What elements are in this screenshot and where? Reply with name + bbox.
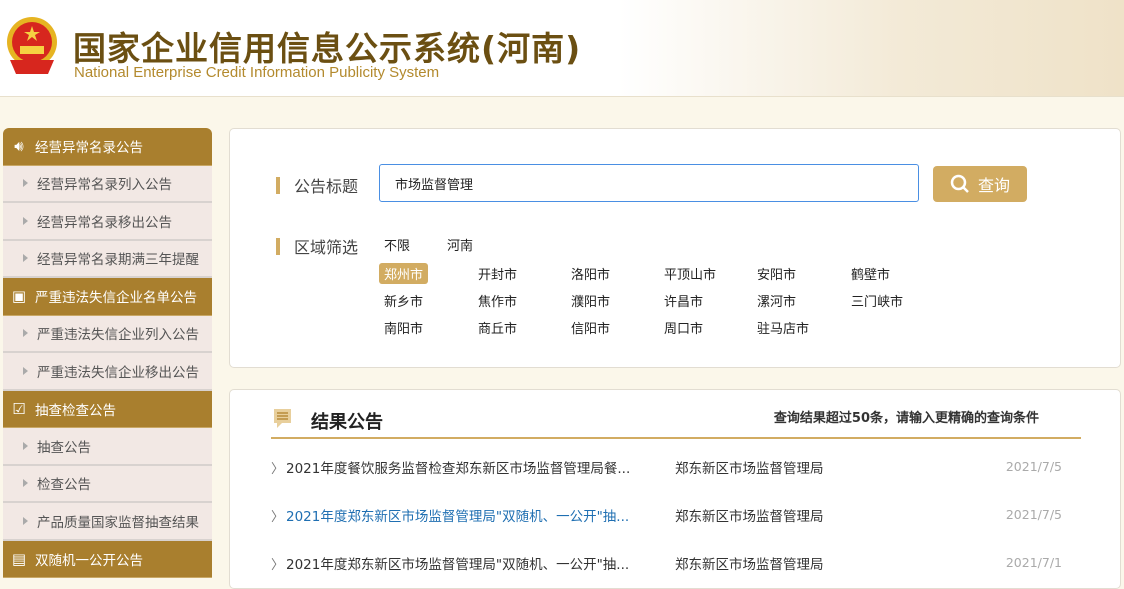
results-note: 查询结果超过50条，请输入更精确的查询条件 [773, 411, 1039, 426]
city-option[interactable]: 开封市 [473, 263, 522, 284]
sidebar-item[interactable]: 严重违法失信企业移出公告 [3, 353, 212, 391]
sidebar-item[interactable]: 产品质量国家监督抽查结果 [3, 503, 212, 541]
result-org: 郑东新区市场监督管理局 [675, 509, 824, 525]
result-date: 2021/7/5 [1005, 459, 1062, 474]
city-option[interactable]: 许昌市 [659, 290, 708, 311]
sidebar-item-label: 经营异常名录移出公告 [37, 214, 172, 231]
sidebar-section-label: 严重违法失信企业名单公告 [35, 290, 197, 307]
result-title-link[interactable]: 2021年度郑东新区市场监督管理局"双随机、一公开"抽... [286, 553, 629, 573]
result-org: 郑东新区市场监督管理局 [675, 557, 824, 573]
sidebar-item[interactable]: 经营异常名录期满三年提醒 [3, 240, 212, 278]
results-panel: 结果公告 查询结果超过50条，请输入更精确的查询条件 〉 2021年度餐饮服务监督… [229, 389, 1121, 589]
caret-right-icon [23, 329, 28, 338]
national-emblem-icon [7, 17, 57, 74]
site-subtitle: National Enterprise Credit Information P… [74, 64, 440, 81]
city-option[interactable]: 信阳市 [566, 317, 615, 338]
result-row[interactable]: 〉 2021年度郑东新区市场监督管理局"双随机、一公开"抽... 郑东新区市场监督管… [271, 505, 1081, 525]
city-option[interactable]: 新乡市 [379, 290, 428, 311]
sidebar-section[interactable]: 🔊︎ 经营异常名录公告 [3, 128, 212, 166]
city-option[interactable]: 安阳市 [752, 263, 801, 284]
checkbox-icon: ☑ [12, 399, 26, 418]
sidebar-section-label: 双随机一公开公告 [35, 552, 143, 569]
site-header: 国家企业信用信息公示系统(河南) National Enterprise Cre… [0, 0, 1124, 97]
city-option[interactable]: 三门峡市 [846, 290, 908, 311]
sidebar-section[interactable]: ▣ 严重违法失信企业名单公告 [3, 278, 212, 316]
city-option[interactable]: 商丘市 [473, 317, 522, 338]
sidebar-item-label: 严重违法失信企业移出公告 [37, 364, 199, 381]
sidebar-item[interactable]: 抽查公告 [3, 428, 212, 466]
sidebar-section-label: 经营异常名录公告 [35, 140, 143, 157]
search-button[interactable]: 查询 [933, 166, 1027, 202]
caret-right-icon [23, 441, 28, 450]
title-label: 公告标题 [276, 173, 358, 197]
result-title-link[interactable]: 2021年度郑东新区市场监督管理局"双随机、一公开"抽... [286, 505, 629, 525]
chevron-right-icon: 〉 [271, 462, 285, 477]
chevron-right-icon: 〉 [271, 558, 285, 573]
result-org: 郑东新区市场监督管理局 [675, 461, 824, 477]
sidebar: 🔊︎ 经营异常名录公告经营异常名录列入公告 经营异常名录移出公告经营异常名录期满三年… [3, 128, 212, 578]
result-row[interactable]: 〉 2021年度郑东新区市场监督管理局"双随机、一公开"抽... 郑东新区市场监督管… [271, 553, 1081, 573]
sidebar-section[interactable]: ▤ 双随机一公开公告 [3, 540, 212, 578]
sidebar-item-label: 经营异常名录列入公告 [37, 177, 172, 194]
result-date: 2021/7/5 [1005, 507, 1062, 522]
sidebar-item-label: 经营异常名录期满三年提醒 [37, 252, 199, 269]
region-option[interactable]: 不限 [379, 234, 415, 255]
sidebar-item-label: 产品质量国家监督抽查结果 [37, 514, 199, 531]
region-label: 区域筛选 [276, 234, 358, 258]
title-search-input[interactable] [379, 164, 919, 202]
caret-right-icon [23, 479, 28, 488]
city-option[interactable]: 洛阳市 [566, 263, 615, 284]
caret-right-icon [23, 216, 28, 225]
caret-right-icon [23, 516, 28, 525]
sidebar-section[interactable]: ☑ 抽查检查公告 [3, 390, 212, 428]
result-title-link[interactable]: 2021年度餐饮服务监督检查郑东新区市场监督管理局餐... [286, 457, 630, 477]
city-option[interactable]: 鹤壁市 [846, 263, 895, 284]
city-option[interactable]: 驻马店市 [752, 317, 814, 338]
city-option[interactable]: 南阳市 [379, 317, 428, 338]
search-panel: 公告标题 查询 区域筛选 不限 河南郑州市 开封市 洛阳市 平顶山市 安阳市 鹤壁市新乡市 焦… [229, 128, 1121, 368]
city-option[interactable]: 周口市 [659, 317, 708, 338]
sidebar-item[interactable]: 经营异常名录移出公告 [3, 203, 212, 241]
divider [271, 437, 1081, 439]
sidebar-item[interactable]: 严重违法失信企业列入公告 [3, 315, 212, 353]
city-option[interactable]: 漯河市 [752, 290, 801, 311]
city-option[interactable]: 郑州市 [379, 263, 429, 284]
result-date: 2021/7/1 [1005, 555, 1062, 570]
sidebar-item-label: 检查公告 [37, 477, 91, 494]
sidebar-item-label: 抽查公告 [37, 439, 91, 456]
speaker-icon: 🔊︎ [14, 137, 24, 156]
region-option[interactable]: 河南 [442, 234, 478, 255]
sidebar-item-label: 严重违法失信企业列入公告 [37, 327, 199, 344]
caret-right-icon [23, 254, 28, 263]
caret-right-icon [23, 366, 28, 375]
box-icon: ▤ [11, 549, 27, 568]
sidebar-item[interactable]: 检查公告 [3, 465, 212, 503]
city-option[interactable]: 焦作市 [473, 290, 522, 311]
city-option[interactable]: 濮阳市 [566, 290, 615, 311]
chevron-right-icon: 〉 [271, 510, 285, 525]
caret-right-icon [23, 179, 28, 188]
results-title: 结果公告 [311, 412, 383, 433]
calendar-alert-icon: ▣ [11, 287, 27, 306]
sidebar-section-label: 抽查检查公告 [35, 402, 116, 419]
search-icon [950, 174, 969, 193]
sidebar-item[interactable]: 经营异常名录列入公告 [3, 165, 212, 203]
city-option[interactable]: 平顶山市 [659, 263, 721, 284]
result-row[interactable]: 〉 2021年度餐饮服务监督检查郑东新区市场监督管理局餐... 郑东新区市场监督管理… [271, 457, 1081, 477]
message-icon [274, 409, 291, 428]
site-title: 国家企业信用信息公示系统(河南) [73, 29, 582, 68]
